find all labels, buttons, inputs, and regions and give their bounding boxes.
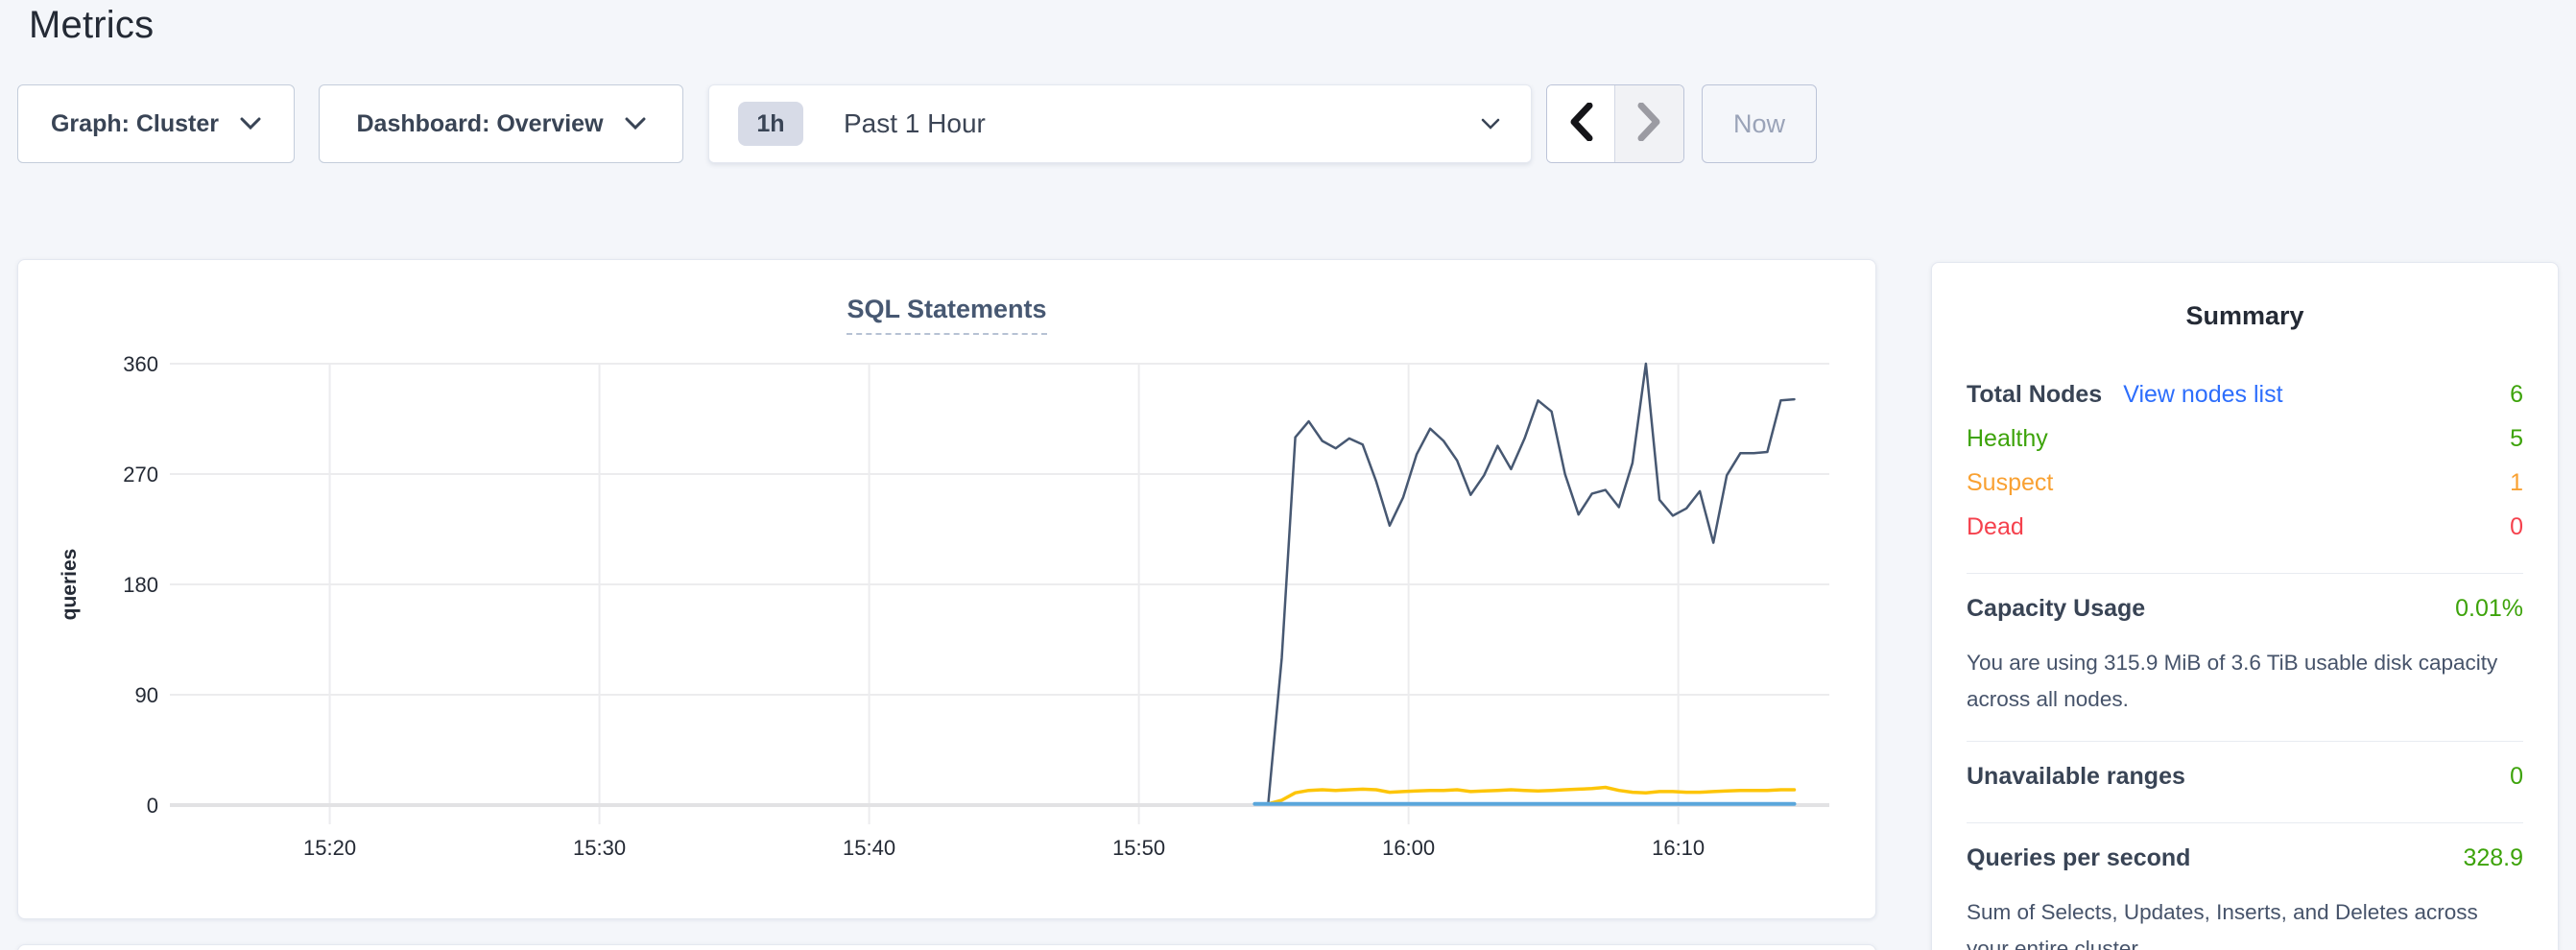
previous-timespan-button[interactable] xyxy=(1547,85,1615,162)
chevron-right-icon xyxy=(1637,103,1662,146)
now-button[interactable]: Now xyxy=(1702,84,1817,163)
total-nodes-row: Total Nodes View nodes list 6 xyxy=(1967,381,2523,425)
capacity-usage-label: Capacity Usage xyxy=(1967,595,2145,623)
queries-per-second-description: Sum of Selects, Updates, Inserts, and De… xyxy=(1967,894,2523,950)
healthy-value: 5 xyxy=(2510,425,2523,453)
capacity-usage-description: You are using 315.9 MiB of 3.6 TiB usabl… xyxy=(1967,645,2523,718)
suspect-label: Suspect xyxy=(1967,469,2053,497)
x-tick-label: 16:00 xyxy=(1382,836,1435,860)
dashboard-dropdown-label: Dashboard: Overview xyxy=(356,110,603,138)
dead-value: 0 xyxy=(2510,513,2523,541)
healthy-label: Healthy xyxy=(1967,425,2048,453)
capacity-usage-value: 0.01% xyxy=(2455,595,2523,623)
time-range-label: Past 1 Hour xyxy=(844,108,986,139)
divider xyxy=(1967,741,2523,742)
x-tick-label: 16:10 xyxy=(1652,836,1705,860)
graph-dropdown-label: Graph: Cluster xyxy=(51,110,219,138)
summary-panel: Summary Total Nodes View nodes list 6 He… xyxy=(1931,262,2559,950)
sql-statements-chart-canvas[interactable]: 15:20 15:30 15:40 15:50 16:00 16:10 0 90 180 270 3… xyxy=(18,260,1877,920)
total-nodes-value: 6 xyxy=(2510,381,2523,409)
divider xyxy=(1967,822,2523,823)
queries-per-second-label: Queries per second xyxy=(1967,844,2190,872)
summary-title: Summary xyxy=(1932,301,2558,331)
x-tick-label: 15:20 xyxy=(303,836,356,860)
unavailable-ranges-value: 0 xyxy=(2510,763,2523,791)
x-tick-label: 15:40 xyxy=(843,836,895,860)
capacity-usage-row: Capacity Usage 0.01% xyxy=(1967,595,2523,639)
queries-per-second-row: Queries per second 328.9 xyxy=(1967,844,2523,889)
sql-statements-chart-card: SQL Statements 15:2015:3015:4015:5016:00… xyxy=(17,259,1876,919)
time-range-selector[interactable]: 1h Past 1 Hour xyxy=(708,84,1532,163)
unavailable-ranges-label: Unavailable ranges xyxy=(1967,763,2185,791)
chevron-down-icon xyxy=(1481,118,1500,135)
y-axis-label: queries xyxy=(59,549,81,621)
x-tick-label: 15:30 xyxy=(573,836,626,860)
next-timespan-button[interactable] xyxy=(1615,85,1683,162)
y-tick-label: 180 xyxy=(123,573,158,597)
chart-line-series-2 xyxy=(1269,788,1795,804)
y-tick-label: 90 xyxy=(135,683,158,707)
time-range-badge: 1h xyxy=(738,102,803,146)
view-nodes-list-link[interactable]: View nodes list xyxy=(2123,381,2282,409)
dashboard-dropdown[interactable]: Dashboard: Overview xyxy=(319,84,683,163)
next-chart-card xyxy=(17,944,1876,950)
total-nodes-label: Total Nodes xyxy=(1967,381,2102,409)
dead-nodes-row: Dead 0 xyxy=(1967,513,2523,558)
chevron-left-icon xyxy=(1568,103,1593,146)
suspect-nodes-row: Suspect 1 xyxy=(1967,469,2523,513)
suspect-value: 1 xyxy=(2510,469,2523,497)
graph-dropdown[interactable]: Graph: Cluster xyxy=(17,84,295,163)
chevron-down-icon xyxy=(240,117,261,131)
metrics-page: { "page_title": "Metrics", "controls": {… xyxy=(0,0,2576,950)
chart-line-series-1 xyxy=(1269,364,1795,802)
page-title: Metrics xyxy=(29,4,154,47)
y-tick-label: 270 xyxy=(123,463,158,487)
time-step-buttons xyxy=(1546,84,1684,163)
chevron-down-icon xyxy=(625,117,646,131)
healthy-nodes-row: Healthy 5 xyxy=(1967,425,2523,469)
dead-label: Dead xyxy=(1967,513,2024,541)
y-tick-label: 0 xyxy=(147,794,158,818)
divider xyxy=(1967,573,2523,574)
now-button-label: Now xyxy=(1733,109,1785,139)
x-tick-label: 15:50 xyxy=(1112,836,1165,860)
y-tick-label: 360 xyxy=(123,352,158,376)
unavailable-ranges-row: Unavailable ranges 0 xyxy=(1967,763,2523,807)
queries-per-second-value: 328.9 xyxy=(2463,844,2523,872)
